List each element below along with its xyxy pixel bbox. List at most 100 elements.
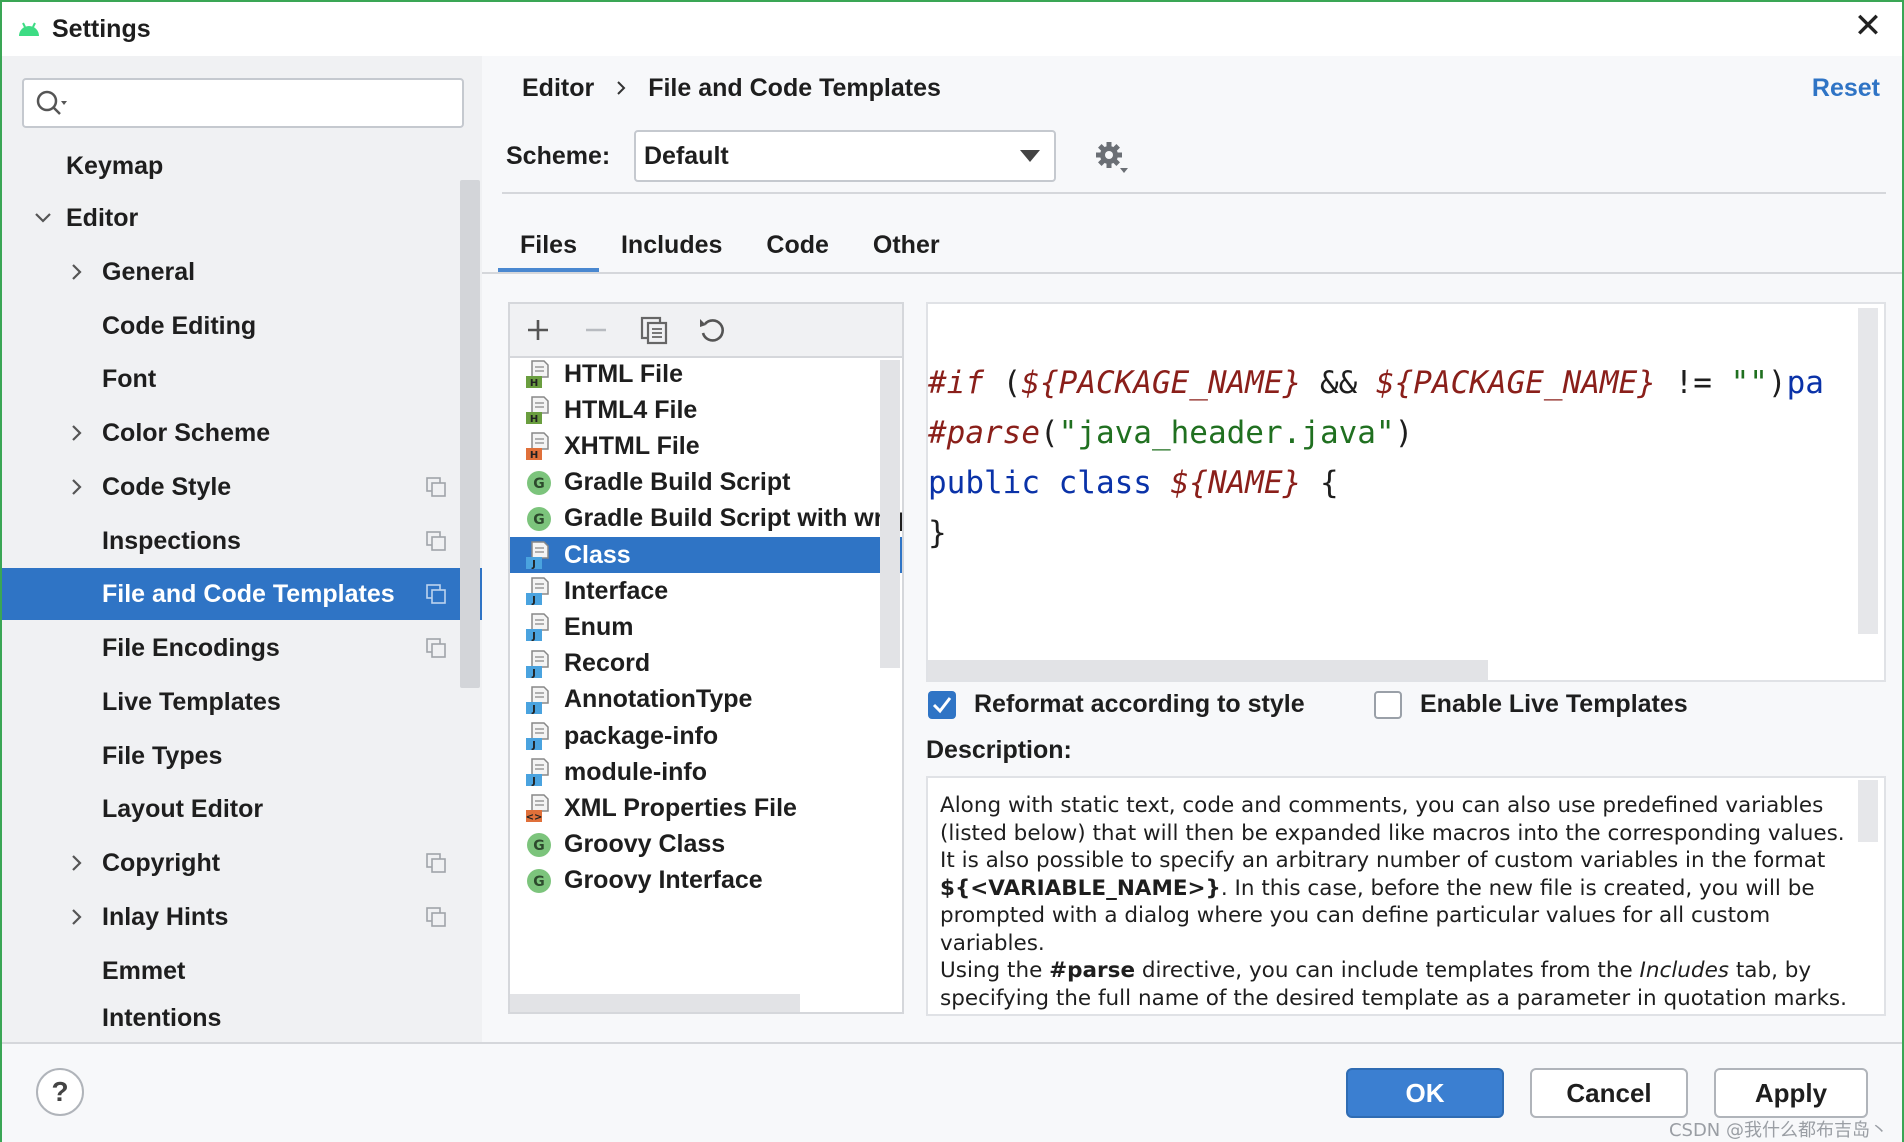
template-list-item[interactable]: J Interface	[510, 573, 902, 609]
live-templates-option[interactable]: Enable Live Templates	[1374, 690, 1688, 719]
svg-text:<>: <>	[526, 812, 543, 823]
template-list-item[interactable]: J AnnotationType	[510, 682, 902, 718]
apply-button[interactable]: Apply	[1714, 1068, 1868, 1118]
template-list-item-label: XHTML File	[564, 431, 700, 460]
template-list-item[interactable]: <> XML Properties File	[510, 790, 902, 826]
variable-token: ${PACKAGE_NAME}	[1375, 365, 1656, 401]
close-icon[interactable]: ✕	[1848, 6, 1888, 46]
template-list-item-label: AnnotationType	[564, 685, 753, 714]
description-scrollbar[interactable]	[1858, 780, 1878, 842]
template-list-item[interactable]: J Enum	[510, 609, 902, 645]
sidebar-scrollbar[interactable]	[460, 180, 480, 688]
sidebar-item-label: Layout Editor	[102, 794, 264, 823]
template-list-item[interactable]: G Groovy Interface	[510, 863, 902, 899]
sidebar-item-file-types[interactable]: File Types	[2, 730, 482, 782]
html-file-icon: H	[524, 395, 554, 427]
template-list-item[interactable]: J Class	[510, 537, 902, 573]
list-scrollbar[interactable]	[880, 360, 900, 668]
gradle-icon: G	[524, 504, 554, 536]
sidebar-item-keymap[interactable]: Keymap	[2, 140, 482, 192]
project-scope-icon	[426, 531, 446, 551]
sidebar-item-label: Inspections	[102, 526, 241, 555]
list-toolbar	[510, 304, 902, 358]
help-button[interactable]: ?	[36, 1068, 84, 1116]
chevron-right-icon[interactable]	[66, 476, 88, 498]
sidebar-item-live-templates[interactable]: Live Templates	[2, 676, 482, 728]
sidebar-item-inlay-hints[interactable]: Inlay Hints	[2, 891, 482, 943]
template-list-item[interactable]: H HTML File	[510, 356, 902, 392]
template-list-item[interactable]: G Gradle Build Script with wrapper	[510, 501, 902, 537]
remove-icon[interactable]	[580, 314, 612, 346]
template-list-item-label: HTML File	[564, 359, 683, 388]
keyword-token: public class	[928, 465, 1152, 501]
editor-horizontal-scrollbar[interactable]	[928, 660, 1488, 680]
code-line: #if (${PACKAGE_NAME} && ${PACKAGE_NAME} …	[928, 365, 1824, 401]
template-list-item[interactable]: G Groovy Class	[510, 827, 902, 863]
svg-text:G: G	[533, 838, 545, 854]
sidebar-item-emmet[interactable]: Emmet	[2, 945, 482, 997]
reset-to-default-icon[interactable]	[696, 314, 728, 346]
reset-link[interactable]: Reset	[1812, 74, 1880, 103]
chevron-right-icon[interactable]	[66, 261, 88, 283]
copy-icon[interactable]	[638, 314, 670, 346]
template-list-item[interactable]: Jmodule-info	[510, 754, 902, 790]
project-scope-icon	[426, 638, 446, 658]
gear-icon[interactable]	[1092, 138, 1132, 178]
sidebar-item-intentions[interactable]: Intentions	[2, 996, 482, 1036]
java-file-icon: J	[524, 685, 554, 717]
ok-button[interactable]: OK	[1346, 1068, 1504, 1118]
description-code: #parse	[1049, 958, 1136, 983]
tab-other[interactable]: Other	[851, 216, 962, 274]
svg-text:J: J	[531, 559, 536, 570]
template-list-item[interactable]: H HTML4 File	[510, 392, 902, 428]
tab-code[interactable]: Code	[744, 216, 851, 274]
chevron-right-icon[interactable]	[66, 852, 88, 874]
reformat-option[interactable]: Reformat according to style	[928, 690, 1305, 719]
editor-scrollbar[interactable]	[1858, 308, 1878, 634]
search-field[interactable]	[22, 78, 464, 128]
svg-text:J: J	[531, 631, 536, 642]
sidebar-item-editor[interactable]: Editor	[2, 192, 482, 244]
template-code-editor[interactable]: #if (${PACKAGE_NAME} && ${PACKAGE_NAME} …	[926, 302, 1886, 682]
sidebar-item-code-style[interactable]: Code Style	[2, 461, 482, 513]
sidebar-item-label: Live Templates	[102, 687, 281, 716]
settings-dialog: Settings ✕ Keymap Editor General Code Ed…	[0, 0, 1904, 1142]
tab-files[interactable]: Files	[498, 216, 599, 274]
template-list-item[interactable]: H XHTML File	[510, 428, 902, 464]
chevron-right-icon[interactable]	[66, 422, 88, 444]
sidebar-item-inspections[interactable]: Inspections	[2, 515, 482, 567]
search-input[interactable]	[70, 83, 462, 123]
sidebar-item-color-scheme[interactable]: Color Scheme	[2, 407, 482, 459]
template-list-item[interactable]: J Record	[510, 646, 902, 682]
sidebar-item-file-and-code-templates[interactable]: File and Code Templates	[2, 568, 482, 620]
template-list-item[interactable]: G Gradle Build Script	[510, 465, 902, 501]
live-templates-label: Enable Live Templates	[1420, 690, 1688, 718]
reformat-label: Reformat according to style	[974, 690, 1305, 718]
scheme-dropdown[interactable]: Default	[634, 130, 1056, 182]
sidebar-item-layout-editor[interactable]: Layout Editor	[2, 783, 482, 835]
xhtml-file-icon: H	[524, 431, 554, 463]
template-list-item-label: package-info	[564, 721, 719, 750]
sidebar-item-general[interactable]: General	[2, 246, 482, 298]
java-file-icon: J	[524, 757, 554, 789]
chevron-down-icon[interactable]	[32, 207, 54, 229]
cancel-button[interactable]: Cancel	[1530, 1068, 1688, 1118]
live-templates-checkbox[interactable]	[1374, 690, 1402, 719]
chevron-right-icon[interactable]	[66, 906, 88, 928]
sidebar-item-code-editing[interactable]: Code Editing	[2, 300, 482, 352]
sidebar-item-file-encodings[interactable]: File Encodings	[2, 622, 482, 674]
android-icon	[16, 16, 42, 42]
breadcrumb-item[interactable]: Editor	[522, 74, 594, 103]
sidebar-item-label: Code Editing	[102, 311, 257, 340]
template-list-item-label: Gradle Build Script with wrapper	[564, 504, 902, 533]
sidebar-item-font[interactable]: Font	[2, 353, 482, 405]
sidebar-item-copyright[interactable]: Copyright	[2, 837, 482, 889]
project-scope-icon	[426, 853, 446, 873]
scheme-value: Default	[644, 141, 729, 170]
template-list-item[interactable]: Jpackage-info	[510, 718, 902, 754]
tab-includes[interactable]: Includes	[599, 216, 744, 274]
svg-text:J: J	[531, 668, 536, 679]
list-horizontal-scrollbar[interactable]	[510, 994, 800, 1012]
reformat-checkbox[interactable]	[928, 690, 956, 719]
add-icon[interactable]	[522, 314, 554, 346]
